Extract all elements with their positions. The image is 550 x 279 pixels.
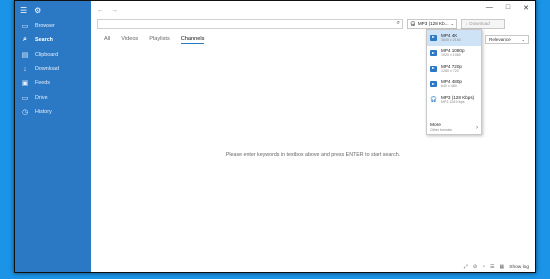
video-icon xyxy=(430,81,437,88)
video-icon xyxy=(430,34,437,41)
sidebar-item-history[interactable]: ◷ History xyxy=(15,105,91,119)
title-bar: ← → — □ ✕ xyxy=(91,1,535,19)
back-arrow-icon[interactable]: ← xyxy=(97,7,104,14)
search-input[interactable] xyxy=(98,27,402,36)
format-option-mp4-1080p[interactable]: MP4 1080p 1920 x 1080 xyxy=(427,46,481,62)
search-icon[interactable]: ⌕ xyxy=(397,20,400,27)
status-icon-1[interactable]: ⤢ xyxy=(464,264,468,270)
status-icon-2[interactable]: ⊘ xyxy=(473,264,477,270)
tab-playlists[interactable]: Playlists xyxy=(149,36,170,44)
headphones-icon: 🎧︎ xyxy=(410,20,416,26)
option-subtitle: MP3 128 Kbps xyxy=(441,99,465,104)
close-icon[interactable]: ✕ xyxy=(523,4,529,12)
nav-buttons: ← → xyxy=(91,7,118,14)
download-button-label: Download xyxy=(469,21,490,26)
option-subtitle: 640 x 480 xyxy=(441,84,457,89)
chevron-right-icon: › xyxy=(476,125,478,131)
result-tabs: All Videos Playlists Channels xyxy=(104,36,205,44)
drive-icon: ▭ xyxy=(21,94,29,102)
download-button[interactable]: ↓ Download xyxy=(461,18,505,29)
format-option-mp4-480p[interactable]: MP4 480p 640 x 480 xyxy=(427,77,481,93)
sidebar-item-label: Browser xyxy=(35,23,55,30)
video-icon xyxy=(430,65,437,72)
settings-gear-icon[interactable]: ⚙ xyxy=(34,6,41,15)
tab-videos[interactable]: Videos xyxy=(121,36,138,44)
status-icon-3[interactable]: ◔ xyxy=(482,264,485,270)
tab-channels[interactable]: Channels xyxy=(180,36,205,44)
format-option-more[interactable]: More Other formats › xyxy=(430,123,478,133)
chevron-down-icon: ⌄ xyxy=(521,37,525,42)
format-option-mp4-4k[interactable]: MP4 4K 3840 x 2160 xyxy=(427,30,481,46)
sidebar-item-label: Clipboard xyxy=(35,51,59,58)
sidebar-item-label: Drive xyxy=(35,94,48,101)
sidebar-item-browser[interactable]: ▭ Browser xyxy=(15,19,91,33)
sidebar-item-label: History xyxy=(35,108,52,115)
app-window: ☰ ⚙ ▭ Browser ⌕ Search ▤ Clipboard ↓ Dow… xyxy=(14,0,536,273)
sort-row: ort Relevance ⌄ xyxy=(476,35,529,44)
download-icon: ↓ xyxy=(465,21,468,26)
option-subtitle: 1920 x 1080 xyxy=(441,53,461,58)
search-icon: ⌕ xyxy=(23,36,27,44)
empty-state-message: Please enter keywords in textbox above a… xyxy=(225,152,401,158)
sidebar-item-clipboard[interactable]: ▤ Clipboard xyxy=(15,48,91,62)
format-select-value: MP3 (128 Kb... xyxy=(417,21,449,26)
format-dropdown-menu: MP4 4K 3840 x 2160 MP4 1080p 1920 x 1080 M… xyxy=(426,29,482,135)
sidebar-item-drive[interactable]: ▭ Drive xyxy=(15,90,91,104)
tab-all[interactable]: All xyxy=(104,36,110,44)
minimize-icon[interactable]: — xyxy=(486,4,493,12)
window-controls: — □ ✕ xyxy=(486,4,529,12)
format-select[interactable]: 🎧︎ MP3 (128 Kb... ⌄ xyxy=(407,18,457,29)
maximize-icon[interactable]: □ xyxy=(506,4,510,12)
sidebar-header: ☰ ⚙ xyxy=(15,1,91,19)
option-subtitle: 3840 x 2160 xyxy=(441,37,461,42)
sidebar-item-label: Download xyxy=(35,66,59,73)
chevron-down-icon: ⌄ xyxy=(450,21,454,26)
video-icon xyxy=(430,50,437,57)
sidebar-item-download[interactable]: ↓ Download xyxy=(15,62,91,76)
option-subtitle: 1280 x 720 xyxy=(441,68,459,73)
status-bar: ⤢ ⊘ ◔ ☰ ▦ Show log xyxy=(464,264,529,270)
sidebar: ☰ ⚙ ▭ Browser ⌕ Search ▤ Clipboard ↓ Dow… xyxy=(15,1,91,272)
browser-icon: ▭ xyxy=(21,23,29,31)
clipboard-icon: ▤ xyxy=(21,51,29,59)
sidebar-item-search[interactable]: ⌕ Search xyxy=(15,33,91,47)
sidebar-item-label: Feeds xyxy=(35,80,50,87)
forward-arrow-icon[interactable]: → xyxy=(111,7,118,14)
history-icon: ◷ xyxy=(21,108,29,116)
show-log-link[interactable]: Show log xyxy=(509,265,529,270)
hamburger-menu-icon[interactable]: ☰ xyxy=(20,6,27,15)
feeds-icon: ▣ xyxy=(21,80,29,88)
status-icon-4[interactable]: ☰ xyxy=(490,264,494,270)
headphones-icon: 🎧︎ xyxy=(429,97,438,104)
search-box: ⌕ xyxy=(97,18,403,36)
sort-select-value: Relevance xyxy=(489,37,511,42)
search-row: ⌕ 🎧︎ MP3 (128 Kb... ⌄ ↓ Download xyxy=(97,18,529,36)
sort-select[interactable]: Relevance ⌄ xyxy=(485,35,529,44)
sidebar-item-feeds[interactable]: ▣ Feeds xyxy=(15,76,91,90)
status-icon-5[interactable]: ▦ xyxy=(500,264,505,270)
format-option-mp4-720p[interactable]: MP4 720p 1280 x 720 xyxy=(427,61,481,77)
more-subtitle: Other formats xyxy=(430,128,452,132)
sidebar-item-label: Search xyxy=(35,37,53,44)
format-option-mp3-128[interactable]: 🎧︎ MP3 (128 Kbps) MP3 128 Kbps xyxy=(427,92,481,108)
download-icon: ↓ xyxy=(23,65,27,73)
